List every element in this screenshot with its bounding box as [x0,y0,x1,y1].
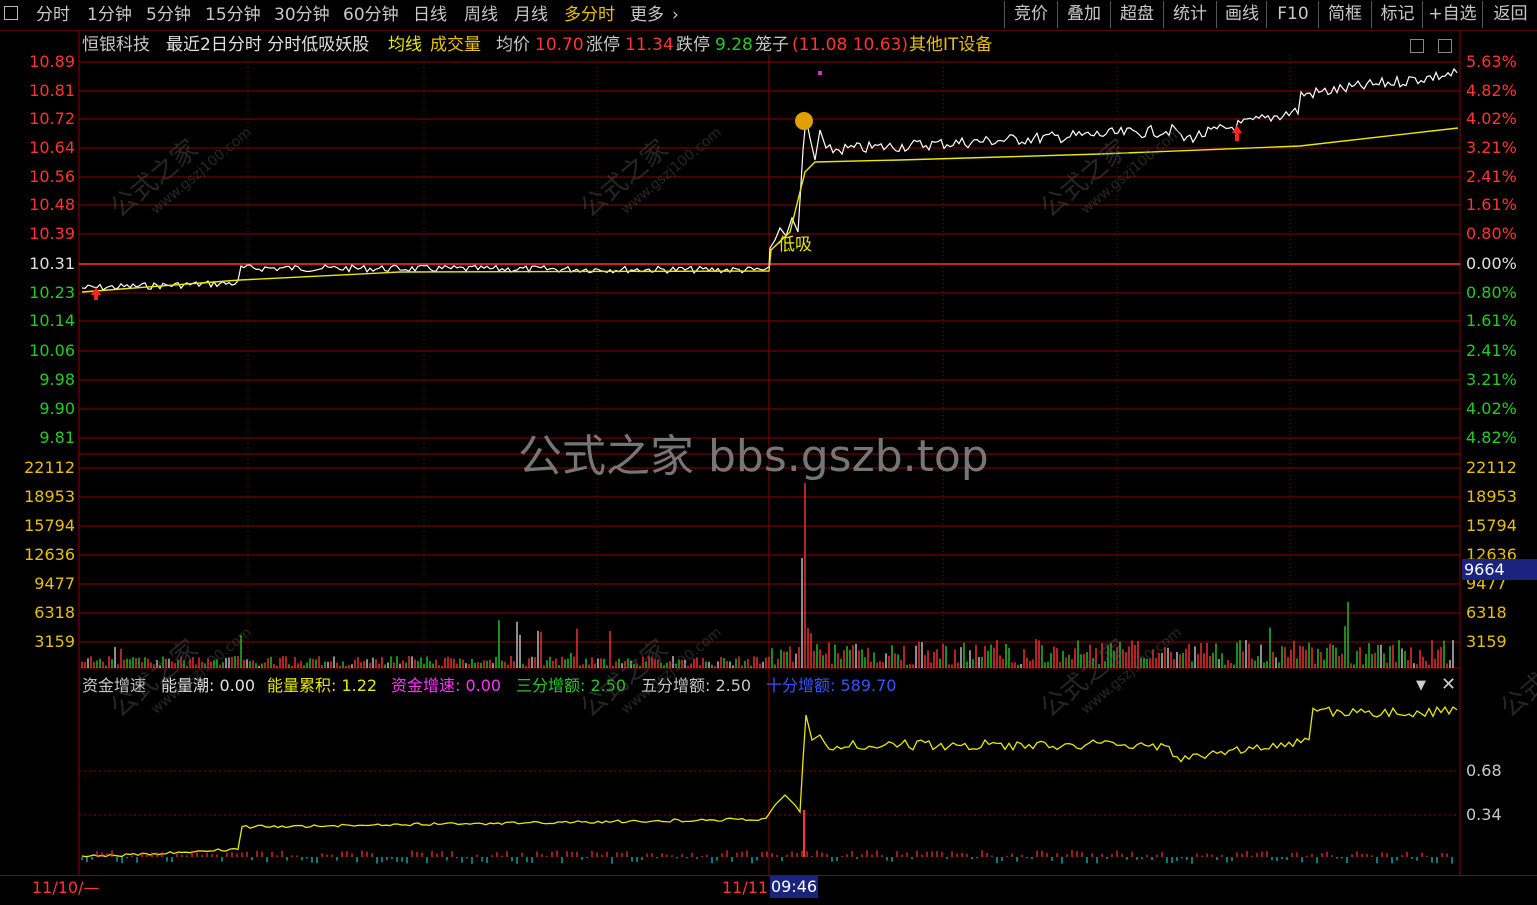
price-tick: 10.14 [29,311,75,330]
period-tab[interactable]: 更多 [630,3,664,27]
indicator-tick: 0.68 [1466,761,1502,780]
indicator-tick: 0.34 [1466,805,1502,824]
price-tick: 10.56 [29,167,75,186]
price-tick: 10.23 [29,283,75,302]
limit-up-label: 涨停 [586,35,620,55]
money-bag-icon [795,112,813,130]
volume-tick: 15794 [1466,516,1517,535]
expand-icon[interactable] [1410,39,1424,53]
volume-tick: 6318 [1466,603,1507,622]
period-tab[interactable]: 日线 [413,3,447,27]
limit-down-label: 跌停 [676,35,710,55]
price-tick: 10.81 [29,81,75,100]
percent-tick: 1.61% [1466,311,1517,330]
volume-tick: 18953 [1466,487,1517,506]
percent-tick: 5.63% [1466,52,1517,71]
price-tick: 10.06 [29,341,75,360]
price-tick: 10.64 [29,138,75,157]
percent-tick: 4.82% [1466,81,1517,100]
volume-tick: 6318 [34,603,75,622]
volume-tick: 9477 [34,574,75,593]
layout-icon[interactable] [1438,39,1452,53]
period-tab[interactable]: 5分钟 [146,3,191,27]
price-tick: 10.72 [29,109,75,128]
price-tick: 9.81 [39,428,75,447]
volume-cursor-value: 9664 [1462,559,1537,580]
sector-label[interactable]: 其他IT设备 [909,34,992,56]
period-tab[interactable]: 60分钟 [343,3,399,27]
price-tick: 10.31 [29,254,75,273]
price-tick: 9.98 [39,370,75,389]
volume-tick: 22112 [24,458,75,477]
toolbar-button[interactable]: 画线 [1216,1,1267,28]
price-tick: 9.90 [39,399,75,418]
toolbar-button[interactable]: 叠加 [1057,1,1110,28]
window-menu-icon[interactable] [4,6,18,20]
toolbar-button[interactable]: F10 [1266,1,1319,28]
percent-tick: 2.41% [1466,341,1517,360]
avg-price-label: 均价 [496,35,530,55]
period-tab[interactable]: 1分钟 [87,3,132,27]
cursor-time: 09:46 [770,876,818,898]
period-toolbar: 分时 1分钟 5分钟 15分钟 30分钟 60分钟 日线 周线 月线 多分时 更多 › 竞价 叠加 超盘统… [0,0,1537,31]
buy-arrow-icon [91,287,101,300]
period-tab[interactable]: 周线 [464,3,498,27]
average-price-line [81,127,1459,293]
volume-tick: 22112 [1466,458,1517,477]
cage-label: 笼子 [755,35,789,55]
limit-down-value: 9.28 [715,35,753,55]
toolbar-button[interactable]: 简框 [1318,1,1371,28]
toolbar-button[interactable]: 标记 [1371,1,1423,28]
percent-tick: 0.00% [1466,254,1517,273]
volume-tick: 12636 [24,545,75,564]
period-tab[interactable]: 30分钟 [274,3,330,27]
price-tick: 10.39 [29,224,75,243]
period-tab[interactable]: 月线 [514,3,548,27]
percent-tick: 4.82% [1466,428,1517,447]
period-tab[interactable]: 分时 [36,3,70,27]
toolbar-button[interactable]: 返回 [1482,1,1537,28]
indicator-value: 十分增额: 589.70 [766,676,897,695]
percent-tick: 2.41% [1466,167,1517,186]
volume-label: 成交量 [430,35,481,55]
toolbar-button[interactable]: 统计 [1163,1,1216,28]
percent-tick: 1.61% [1466,195,1517,214]
signal-label: 低吸 [778,235,812,255]
limit-up-value: 11.34 [625,35,674,55]
stock-name[interactable]: 恒银科技 [82,34,150,56]
toolbar-button[interactable]: 超盘 [1110,1,1163,28]
price-tick: 10.89 [29,52,75,71]
volume-tick: 15794 [24,516,75,535]
percent-tick: 4.02% [1466,109,1517,128]
toolbar-button[interactable]: +自选 [1422,1,1482,28]
time-label-day2: 11/11 [722,878,769,897]
indicator-value: 能量累积: 1.22 [267,676,378,695]
period-tab[interactable]: 多分时 [564,3,615,27]
indicator-value: 资金增速: 0.00 [391,676,502,695]
indicator-dropdown-icon[interactable]: ▼ [1416,675,1426,697]
avg-line-label: 均线 [388,35,422,55]
avg-price-value: 10.70 [535,35,584,55]
cage-value: (11.08 10.63) [792,35,909,55]
percent-tick: 3.21% [1466,370,1517,389]
toolbar-button[interactable]: 竞价 [1004,1,1057,28]
buy-arrow-icon [1232,125,1242,141]
close-indicator-icon[interactable]: ✕ [1441,674,1456,696]
watermark-main: 公式之家 bbs.gszb.top [518,431,989,482]
volume-tick: 18953 [24,487,75,506]
volume-tick: 3159 [1466,632,1507,651]
price-tick: 10.48 [29,195,75,214]
chevron-right-icon[interactable]: › [672,3,679,27]
time-axis [0,875,1537,905]
percent-tick: 4.02% [1466,399,1517,418]
time-label-day1: 11/10/— [32,878,100,897]
view-title: 最近2日分时 分时低吸妖股 [166,35,370,55]
percent-tick: 0.80% [1466,283,1517,302]
percent-tick: 3.21% [1466,138,1517,157]
period-tab[interactable]: 15分钟 [205,3,261,27]
marker-dot [818,71,822,75]
volume-tick: 3159 [34,632,75,651]
percent-tick: 0.80% [1466,224,1517,243]
